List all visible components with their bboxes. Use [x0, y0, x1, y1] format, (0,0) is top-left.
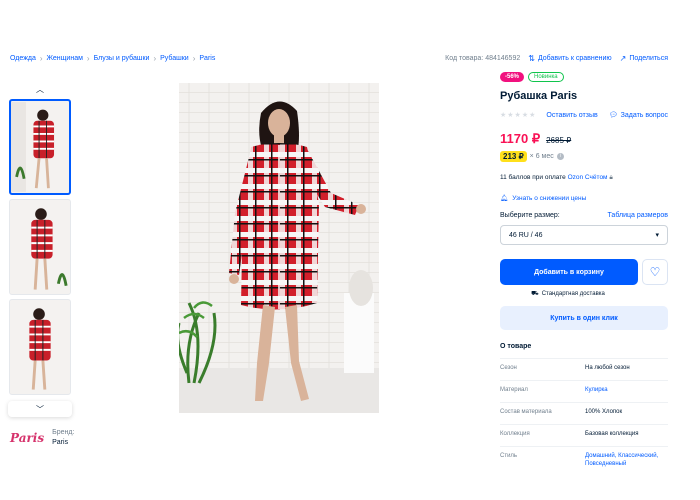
add-to-cart-button[interactable]: Добавить в корзину — [500, 259, 638, 285]
spec-key: Состав материала — [500, 409, 552, 415]
compare-label: Добавить к сравнению — [537, 55, 612, 62]
spec-value: Базовая коллекция — [585, 431, 639, 437]
leave-review-link[interactable]: Оставить отзыв — [546, 112, 597, 119]
thumbnail-image — [11, 102, 69, 192]
spec-row: Материал Кулирка — [500, 380, 668, 394]
brand-text: Бренд: Paris — [52, 428, 74, 448]
truck-icon: ⛟ — [531, 291, 539, 297]
spec-key: Стиль — [500, 453, 518, 459]
heart-icon: ♡ — [649, 265, 661, 279]
share-icon: ↗ — [619, 54, 627, 63]
breadcrumb: Одежда › Женщинам › Блузы и рубашки › Ру… — [10, 54, 215, 63]
chevron-right-icon: › — [86, 54, 90, 63]
old-price: 2685 ₽ — [546, 136, 572, 145]
spec-row: Коллекция Базовая коллекция — [500, 424, 668, 438]
brand-name: Paris — [52, 439, 69, 446]
breadcrumb-item-women[interactable]: Женщинам — [47, 55, 83, 62]
chevron-up-icon: ︿ — [36, 84, 44, 94]
size-table-link[interactable]: Таблица размеров — [607, 212, 668, 219]
ask-question-label: Задать вопрос — [620, 111, 668, 119]
thumbnail-scroll-down[interactable]: ﹀ — [8, 401, 72, 417]
price-drop-notify-label: Узнать о снижении цены — [512, 194, 587, 202]
thumbnail-image — [10, 300, 70, 394]
product-code: Код товара: 484146592 — [445, 55, 521, 62]
installment-row[interactable]: 213 ₽ × 6 мес i — [500, 151, 668, 162]
top-actions: Код товара: 484146592 ⇅ Добавить к сравн… — [445, 54, 668, 63]
brand-block[interactable]: Paris Бренд: Paris — [10, 428, 74, 448]
about-title: О товаре — [500, 343, 532, 350]
ozon-account-link[interactable]: Ozon Счётом — [568, 174, 608, 181]
thumbnail-1[interactable] — [9, 99, 71, 195]
size-label: Выберите размер: — [500, 212, 560, 219]
price-row: 1170 ₽ 2685 ₽ — [500, 131, 668, 147]
product-title: Рубашка Paris — [500, 90, 578, 102]
size-selected-value: 46 RU / 46 — [509, 231, 543, 239]
chevron-down-icon: ﹀ — [36, 404, 44, 414]
price-drop-notify-link[interactable]: 🔔︎ Узнать о снижении цены — [500, 194, 668, 203]
breadcrumb-item-clothes[interactable]: Одежда — [10, 55, 36, 62]
spec-value-link[interactable]: Кулирка — [585, 386, 668, 394]
product-photo — [179, 83, 379, 413]
spec-key: Коллекция — [500, 431, 530, 437]
thumbnail-scroll-up[interactable]: ︿ — [8, 82, 72, 96]
compare-icon: ⇅ — [528, 54, 535, 63]
product-info-panel: -56% Новинка Рубашка Paris ★★★★★ Оставит… — [500, 72, 668, 468]
rating-row: ★★★★★ Оставить отзыв 💬︎ Задать вопрос — [500, 111, 668, 120]
chevron-down-icon: ▾ — [655, 232, 659, 239]
new-badge: Новинка — [528, 72, 564, 82]
discount-badge: -56% — [500, 72, 525, 82]
chevron-right-icon: › — [153, 54, 157, 63]
buy-one-click-button[interactable]: Купить в один клик — [500, 306, 668, 330]
share-button[interactable]: ↗ Поделиться — [620, 54, 668, 63]
delivery-info: ⛟ Стандартная доставка — [500, 290, 636, 298]
favorite-button[interactable]: ♡ — [642, 259, 668, 285]
rating-stars-icon: ★★★★★ — [500, 112, 537, 119]
current-price: 1170 ₽ — [500, 131, 541, 146]
thumbnail-3[interactable] — [9, 299, 71, 395]
main-product-image[interactable] — [179, 83, 379, 413]
spec-value: На любой сезон — [585, 365, 630, 371]
size-header: Выберите размер: Таблица размеров — [500, 212, 668, 219]
breadcrumb-item-shirts[interactable]: Рубашки — [160, 55, 189, 62]
size-select[interactable]: 46 RU / 46 ▾ — [500, 225, 668, 245]
bell-icon: 🔔︎ — [500, 195, 509, 202]
badges: -56% Новинка — [500, 72, 668, 82]
lock-icon: 🔒︎ — [609, 174, 613, 181]
ask-question-link[interactable]: 💬︎ Задать вопрос — [608, 111, 668, 120]
chevron-right-icon: › — [39, 54, 43, 63]
cart-row: Добавить в корзину ♡ — [500, 259, 668, 285]
installment-amount: 213 ₽ — [500, 151, 527, 162]
bonus-info: 11 баллов при оплате Ozon Счётом 🔒︎ — [500, 174, 668, 182]
spec-row: Состав материала 100% Хлопок — [500, 402, 668, 416]
spec-value: 100% Хлопок — [585, 409, 623, 415]
breadcrumb-item-brand[interactable]: Paris — [199, 55, 215, 62]
spec-value-link[interactable]: Домашний, Классический, Повседневный — [585, 452, 668, 468]
thumbnail-image — [10, 200, 70, 294]
chevron-right-icon: › — [192, 54, 196, 63]
chat-icon: 💬︎ — [608, 112, 618, 119]
spec-row: Стиль Домашний, Классический, Повседневн… — [500, 446, 668, 468]
installment-term: × 6 мес — [529, 153, 554, 160]
delivery-label: Стандартная доставка — [541, 291, 605, 297]
info-icon[interactable]: i — [556, 153, 564, 160]
spec-key: Сезон — [500, 365, 517, 371]
brand-logo: Paris — [10, 431, 45, 445]
spec-row: Сезон На любой сезон — [500, 358, 668, 372]
compare-button[interactable]: ⇅ Добавить к сравнению — [528, 54, 611, 63]
bonus-text: 11 баллов при оплате — [500, 174, 566, 181]
thumbnail-gallery: ︿ ﹀ — [8, 82, 72, 417]
brand-label: Бренд: — [52, 429, 75, 436]
share-label: Поделиться — [629, 55, 668, 62]
spec-key: Материал — [500, 387, 528, 393]
breadcrumb-item-blouses[interactable]: Блузы и рубашки — [94, 55, 150, 62]
thumbnail-2[interactable] — [9, 199, 71, 295]
